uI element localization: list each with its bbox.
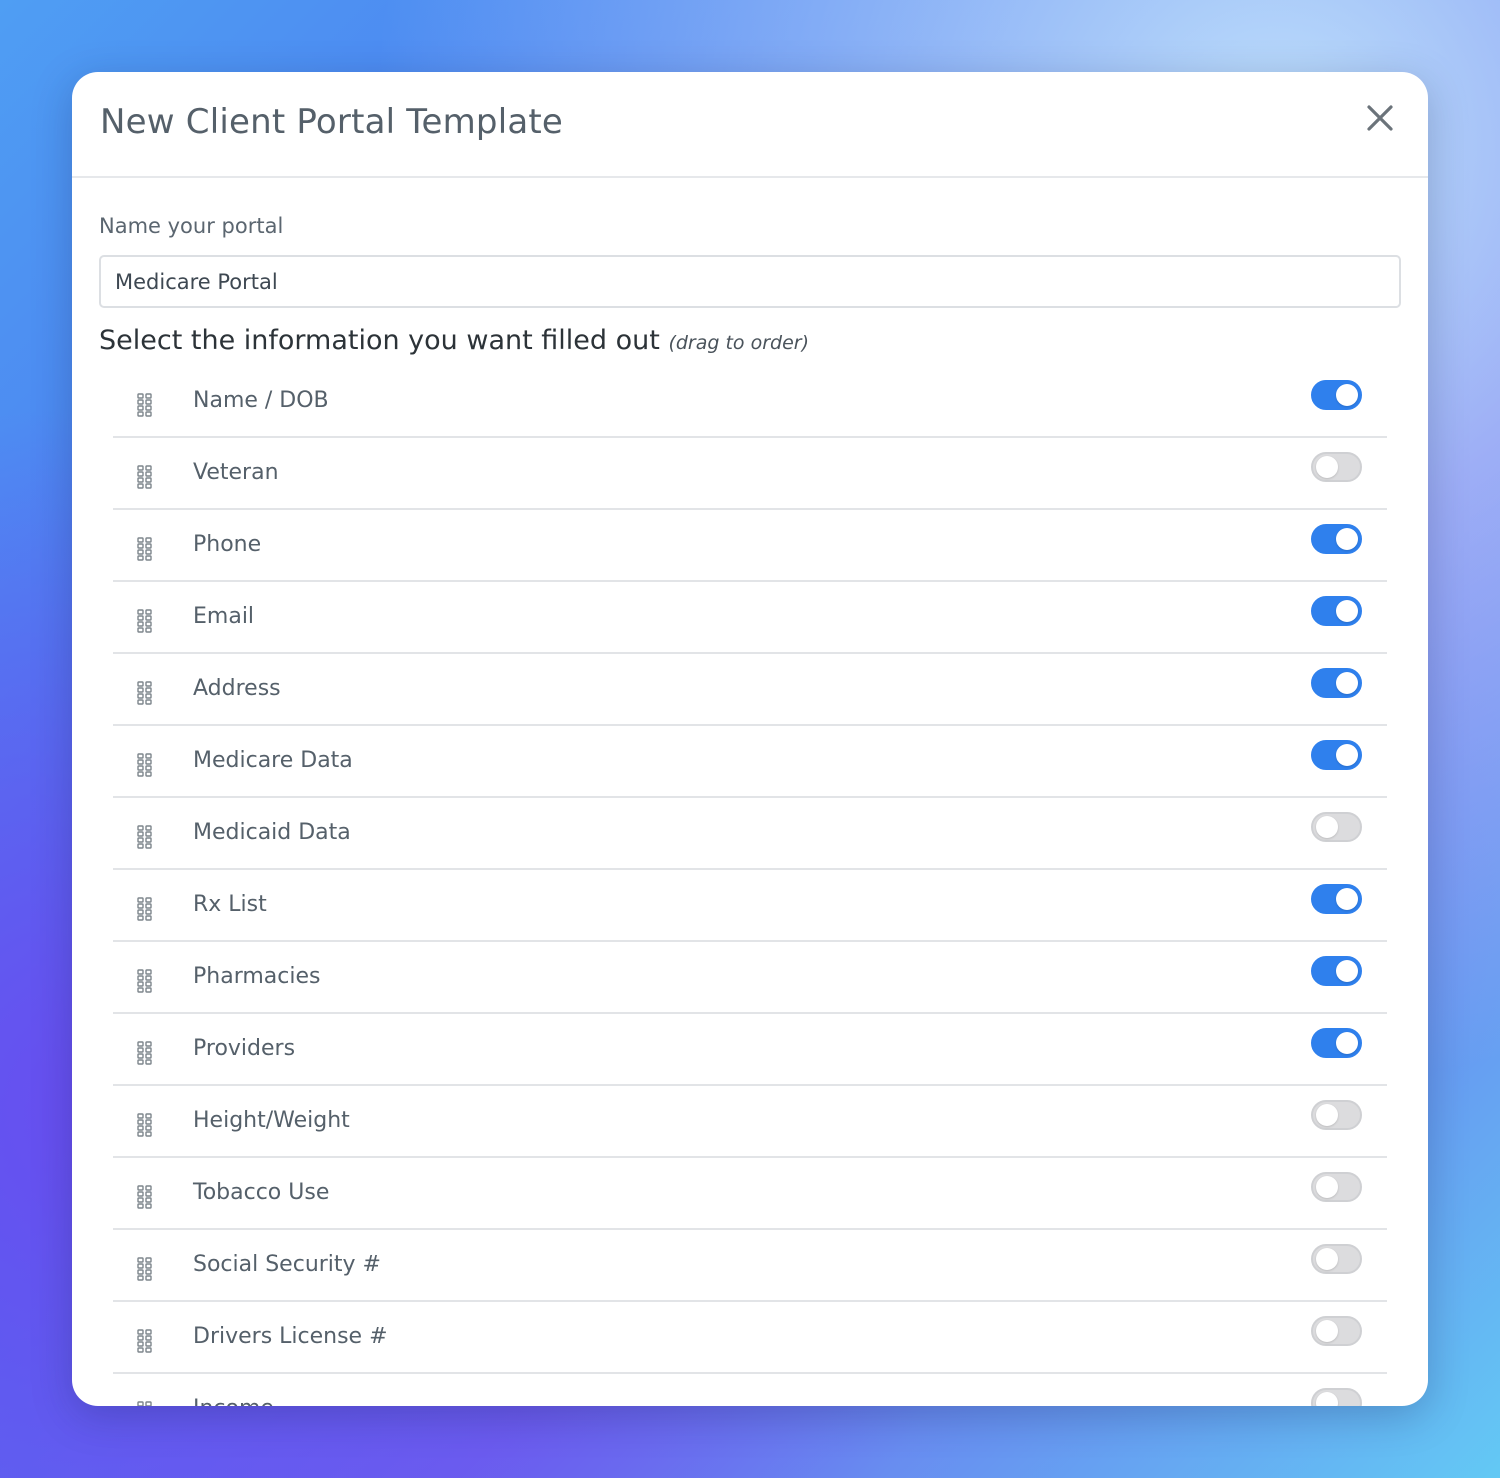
toggle-knob [1336, 1032, 1358, 1054]
toggle-knob [1316, 1104, 1338, 1126]
option-label: Tobacco Use [193, 1180, 330, 1205]
option-toggle[interactable] [1311, 1388, 1362, 1406]
option-row[interactable]: Pharmacies [113, 942, 1387, 1014]
drag-handle-icon[interactable] [137, 1257, 153, 1281]
option-toggle[interactable] [1311, 1244, 1362, 1274]
portal-name-input[interactable] [99, 255, 1401, 308]
option-label: Address [193, 676, 281, 701]
drag-handle-icon[interactable] [137, 1401, 153, 1406]
toggle-knob [1316, 1176, 1338, 1198]
option-toggle[interactable] [1311, 1028, 1362, 1058]
toggle-knob [1336, 888, 1358, 910]
option-label: Pharmacies [193, 964, 321, 989]
drag-handle-icon[interactable] [137, 1329, 153, 1353]
option-label: Veteran [193, 460, 279, 485]
option-toggle[interactable] [1311, 812, 1362, 842]
option-toggle[interactable] [1311, 380, 1362, 410]
toggle-knob [1316, 456, 1338, 478]
option-label: Phone [193, 532, 262, 557]
option-toggle[interactable] [1311, 740, 1362, 770]
modal-header: New Client Portal Template [72, 72, 1428, 178]
option-row[interactable]: Address [113, 654, 1387, 726]
option-toggle[interactable] [1311, 1172, 1362, 1202]
option-row[interactable]: Rx List [113, 870, 1387, 942]
toggle-knob [1336, 744, 1358, 766]
option-row[interactable]: Veteran [113, 438, 1387, 510]
option-label: Income [193, 1374, 274, 1406]
modal-body: Name your portal Select the information … [72, 178, 1428, 1406]
close-icon[interactable] [1358, 96, 1402, 140]
option-row[interactable]: Email [113, 582, 1387, 654]
option-toggle[interactable] [1311, 884, 1362, 914]
drag-handle-icon[interactable] [137, 465, 153, 489]
option-label: Height/Weight [193, 1108, 350, 1133]
option-row[interactable]: Medicare Data [113, 726, 1387, 798]
drag-handle-icon[interactable] [137, 969, 153, 993]
option-label: Email [193, 604, 255, 629]
toggle-knob [1336, 960, 1358, 982]
toggle-knob [1316, 816, 1338, 838]
option-toggle[interactable] [1311, 956, 1362, 986]
toggle-knob [1336, 672, 1358, 694]
drag-handle-icon[interactable] [137, 537, 153, 561]
option-label: Social Security # [193, 1252, 381, 1277]
portal-name-label: Name your portal [99, 214, 284, 238]
toggle-knob [1336, 528, 1358, 550]
new-portal-template-modal: New Client Portal Template Name your por… [72, 72, 1428, 1406]
option-toggle[interactable] [1311, 1100, 1362, 1130]
drag-handle-icon[interactable] [137, 753, 153, 777]
modal-title: New Client Portal Template [100, 102, 564, 142]
drag-handle-icon[interactable] [137, 825, 153, 849]
drag-handle-icon[interactable] [137, 681, 153, 705]
toggle-knob [1316, 1248, 1338, 1270]
option-label: Medicare Data [193, 748, 353, 773]
drag-handle-icon[interactable] [137, 1113, 153, 1137]
option-row[interactable]: Height/Weight [113, 1086, 1387, 1158]
drag-hint: (drag to order) [668, 332, 809, 354]
option-toggle[interactable] [1311, 668, 1362, 698]
toggle-knob [1336, 384, 1358, 406]
section-heading-text: Select the information you want filled o… [99, 325, 660, 356]
option-row[interactable]: Drivers License # [113, 1302, 1387, 1374]
option-toggle[interactable] [1311, 596, 1362, 626]
drag-handle-icon[interactable] [137, 897, 153, 921]
option-row[interactable]: Medicaid Data [113, 798, 1387, 870]
option-toggle[interactable] [1311, 524, 1362, 554]
option-row[interactable]: Phone [113, 510, 1387, 582]
option-row[interactable]: Providers [113, 1014, 1387, 1086]
option-label: Name / DOB [193, 388, 329, 413]
option-row[interactable]: Name / DOB [113, 366, 1387, 438]
option-row[interactable]: Tobacco Use [113, 1158, 1387, 1230]
option-label: Drivers License # [193, 1324, 388, 1349]
option-toggle[interactable] [1311, 452, 1362, 482]
option-row[interactable]: Social Security # [113, 1230, 1387, 1302]
section-heading: Select the information you want filled o… [99, 324, 1401, 358]
toggle-knob [1336, 600, 1358, 622]
option-label: Medicaid Data [193, 820, 351, 845]
option-label: Rx List [193, 892, 267, 917]
option-row[interactable]: Income [113, 1374, 1387, 1406]
option-toggle[interactable] [1311, 1316, 1362, 1346]
options-list: Name / DOB Veteran Phone Email Address M… [113, 366, 1387, 1406]
drag-handle-icon[interactable] [137, 1041, 153, 1065]
toggle-knob [1316, 1320, 1338, 1342]
drag-handle-icon[interactable] [137, 1185, 153, 1209]
option-label: Providers [193, 1036, 296, 1061]
drag-handle-icon[interactable] [137, 393, 153, 417]
drag-handle-icon[interactable] [137, 609, 153, 633]
toggle-knob [1316, 1392, 1338, 1406]
